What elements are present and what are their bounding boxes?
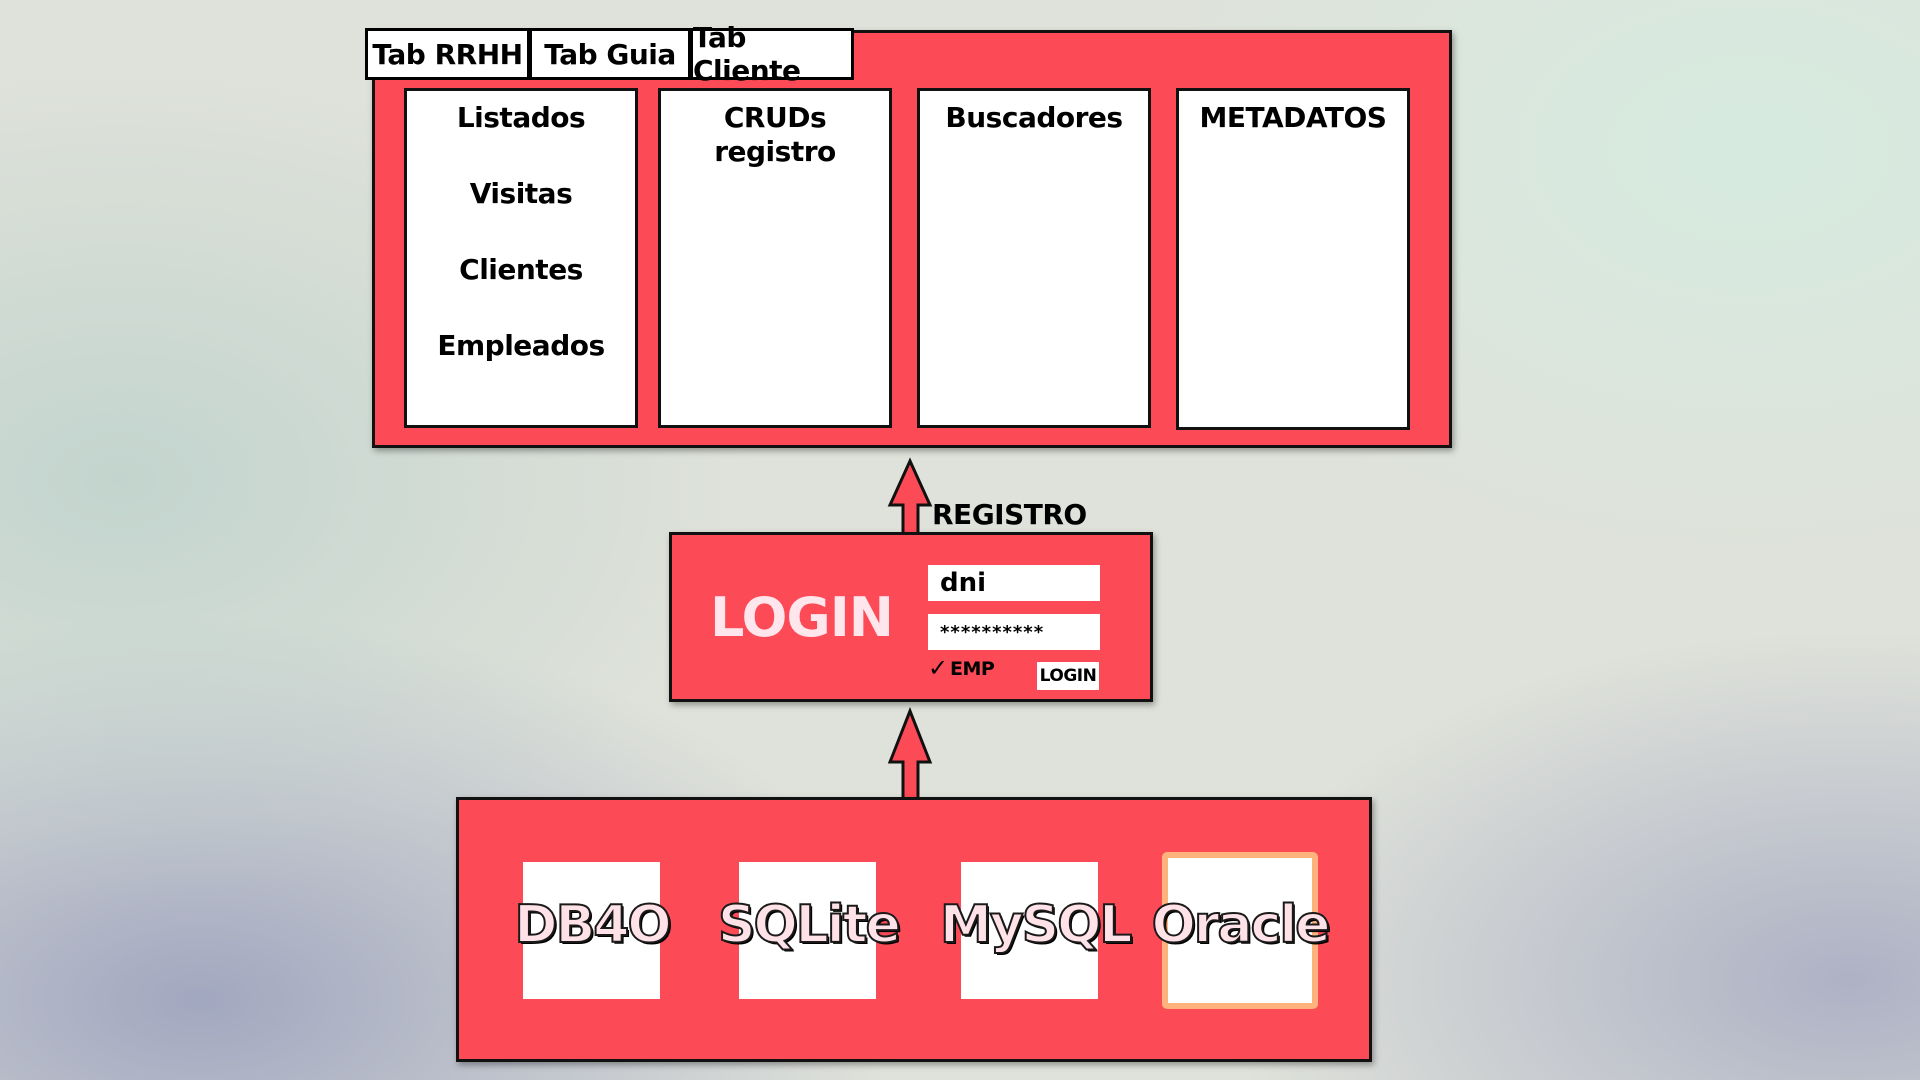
- tab-cliente[interactable]: Tab Cliente: [690, 21, 854, 87]
- sqlite-label: SQLite: [717, 894, 902, 956]
- tab-guia[interactable]: Tab Guia: [529, 28, 691, 80]
- oracle-label: Oracle: [1151, 894, 1332, 956]
- cruds-subheading: registro: [714, 135, 836, 168]
- cruds-heading: CRUDs: [723, 101, 827, 134]
- buscadores-column: Buscadores: [917, 88, 1151, 428]
- listados-column: Listados Visitas Clientes Empleados: [404, 88, 638, 428]
- arrow-up-shape-bottom: [887, 706, 933, 801]
- check-icon: ✓: [927, 654, 949, 682]
- arrow-up-shape-top: [887, 457, 933, 536]
- visitas-item[interactable]: Visitas: [407, 177, 635, 211]
- password-input[interactable]: **********: [928, 614, 1100, 650]
- metadatos-heading: METADATOS: [1199, 101, 1387, 134]
- mysql-label: MySQL: [939, 894, 1133, 956]
- buscadores-heading: Buscadores: [945, 101, 1123, 134]
- login-button[interactable]: LOGIN: [1037, 662, 1099, 690]
- empleados-item[interactable]: Empleados: [407, 329, 635, 363]
- login-title: LOGIN: [710, 586, 894, 649]
- cruds-column: CRUDs registro: [658, 88, 892, 428]
- db4o-label: DB4O: [513, 894, 672, 956]
- emp-checkbox[interactable]: ✓: [926, 654, 950, 682]
- metadatos-column: METADATOS: [1176, 88, 1410, 430]
- emp-label: EMP: [950, 658, 995, 680]
- tab-rrhh[interactable]: Tab RRHH: [365, 28, 530, 80]
- clientes-item[interactable]: Clientes: [407, 253, 635, 287]
- listados-heading[interactable]: Listados: [407, 101, 635, 135]
- registro-label: REGISTRO: [932, 498, 1087, 531]
- dni-input[interactable]: dni: [928, 565, 1100, 601]
